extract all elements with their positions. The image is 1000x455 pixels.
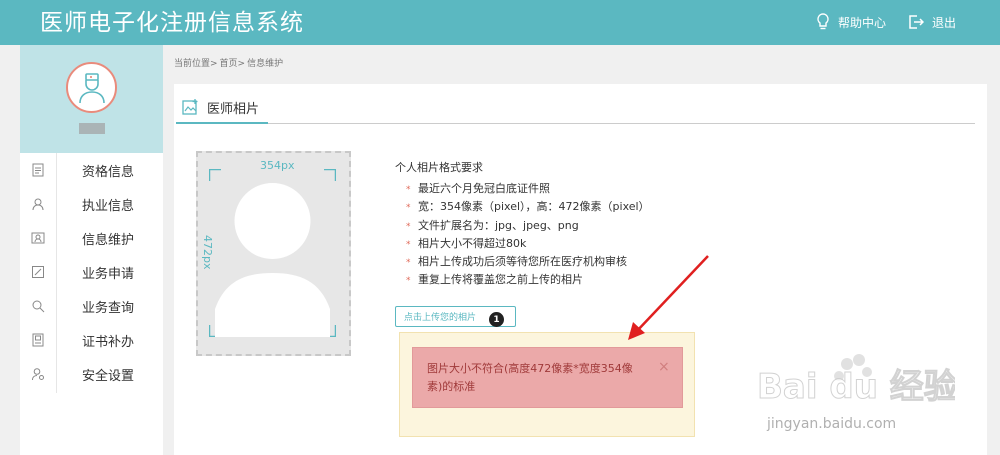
asterisk-icon: * <box>406 276 411 287</box>
list-item: * 相片大小不得超过80k <box>406 235 650 253</box>
asterisk-icon: * <box>406 239 411 250</box>
sidebar-item-label: 证书补办 <box>82 334 135 350</box>
step-badge: 1 <box>489 312 504 327</box>
section-underline <box>176 122 268 124</box>
list-item: * 相片上传成功后须等待您所在医疗机构审核 <box>406 253 650 271</box>
error-alert: 图片大小不符合(高度472像素*宽度354像素)的标准 × <box>412 347 683 408</box>
asterisk-icon: * <box>406 258 411 269</box>
help-center-label: 帮助中心 <box>838 15 887 30</box>
requirements-title: 个人相片格式要求 <box>395 161 483 174</box>
app-title: 医师电子化注册信息系统 <box>40 10 304 36</box>
upload-feedback-box: 图片大小不符合(高度472像素*宽度354像素)的标准 × <box>399 332 695 437</box>
svg-text:Bai du 经验: Bai du 经验 <box>757 367 955 407</box>
logout-label: 退出 <box>932 15 957 30</box>
list-item: * 文件扩展名为：jpg、jpeg、png <box>406 217 650 235</box>
document-icon <box>32 163 44 177</box>
list-item: * 重复上传将覆盖您之前上传的相片 <box>406 271 650 289</box>
sidebar-item-qualification[interactable]: 资格信息 <box>20 153 163 187</box>
doctor-icon <box>78 72 105 103</box>
sidebar-item-query[interactable]: 业务查询 <box>20 289 163 323</box>
help-center-link[interactable]: 帮助中心 <box>816 12 886 32</box>
close-icon[interactable]: × <box>658 359 670 375</box>
sidebar-item-label: 业务申请 <box>82 266 135 282</box>
sidebar-item-reissue[interactable]: 证书补办 <box>20 323 163 357</box>
asterisk-icon: * <box>406 185 411 195</box>
profile-card <box>20 45 163 153</box>
sidebar-item-label: 执业信息 <box>82 198 135 214</box>
photo-placeholder[interactable]: 354px 472px <box>196 151 351 356</box>
edit-form-icon <box>32 266 44 278</box>
sidebar-item-practice[interactable]: 执业信息 <box>20 187 163 221</box>
asterisk-icon: * <box>406 221 411 232</box>
asterisk-icon: * <box>406 203 411 214</box>
breadcrumb-home[interactable]: 首页> <box>220 56 246 69</box>
section-title: 医师相片 <box>207 102 260 117</box>
sidebar-item-apply[interactable]: 业务申请 <box>20 255 163 289</box>
annotation-arrow-icon <box>628 255 709 340</box>
upload-photo-label: 点击上传您的相片 <box>404 313 477 323</box>
photo-icon <box>182 99 198 115</box>
logout-icon <box>909 15 924 29</box>
baidu-watermark-logo: Bai du 经验 jingyan.baidu.com <box>757 354 955 432</box>
sidebar-item-label: 安全设置 <box>82 368 135 384</box>
username <box>79 123 105 134</box>
section-divider <box>176 123 975 124</box>
list-item: * 最近六个月免冠白底证件照 <box>406 180 650 198</box>
breadcrumb-current: 信息维护 <box>247 59 284 69</box>
svg-text:jingyan.baidu.com: jingyan.baidu.com <box>766 416 896 432</box>
sidebar-item-maintenance[interactable]: 信息维护 <box>20 221 163 255</box>
lightbulb-icon <box>817 13 829 30</box>
breadcrumb-prefix: 当前位置> <box>174 59 218 69</box>
section-header: 医师相片 <box>182 98 259 117</box>
person-icon <box>32 198 44 211</box>
avatar[interactable] <box>66 62 117 113</box>
logout-link[interactable]: 退出 <box>908 12 956 32</box>
silhouette-icon <box>209 169 336 337</box>
user-lock-icon <box>32 368 44 381</box>
certificate-icon <box>32 333 44 347</box>
photo-height-label: 472px <box>201 233 214 272</box>
sidebar-item-label: 业务查询 <box>82 300 135 316</box>
sidebar-item-label: 信息维护 <box>82 232 135 248</box>
top-header: 医师电子化注册信息系统 帮助中心 退出 <box>0 0 1000 45</box>
sidebar: 资格信息 执业信息 信息维护 业务申请 业务查询 证书补办 安全设置 <box>20 45 163 455</box>
search-icon <box>32 300 45 313</box>
sidebar-item-label: 资格信息 <box>82 164 135 180</box>
breadcrumb: 当前位置> 首页> 信息维护 <box>174 56 283 69</box>
sidebar-menu: 资格信息 执业信息 信息维护 业务申请 业务查询 证书补办 安全设置 <box>20 153 163 391</box>
photo-width-label: 354px <box>258 159 297 172</box>
alert-message: 图片大小不符合(高度472像素*宽度354像素)的标准 <box>427 362 633 393</box>
id-card-icon <box>31 232 45 244</box>
sidebar-item-security[interactable]: 安全设置 <box>20 357 163 391</box>
requirements-list: * 最近六个月免冠白底证件照 * 宽：354像素（pixel），高：472像素（pi… <box>406 180 650 290</box>
list-item: * 宽：354像素（pixel），高：472像素（pixel） <box>406 198 650 216</box>
